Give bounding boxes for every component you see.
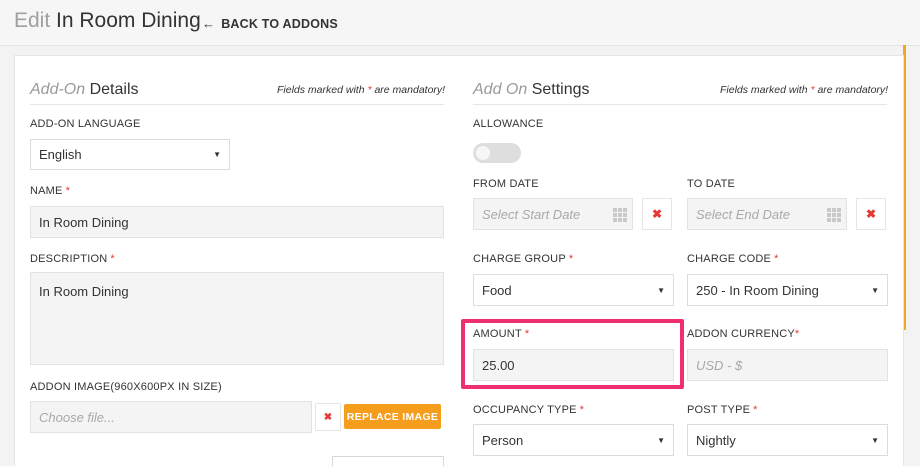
close-icon: ✖	[323, 411, 333, 423]
amount-highlight-box	[461, 319, 684, 389]
toggle-knob	[476, 146, 490, 160]
required-star: *	[65, 185, 71, 197]
required-star: *	[579, 404, 585, 416]
post-type-label: POST TYPE *	[687, 404, 758, 416]
allowance-label: ALLOWANCE	[473, 118, 544, 130]
allowance-toggle[interactable]	[473, 143, 521, 163]
image-file-input[interactable]: Choose file...	[30, 401, 312, 433]
charge-code-select[interactable]: 250 - In Room Dining ▼	[687, 274, 888, 306]
settings-heading-light: Add On	[473, 81, 528, 98]
settings-mandatory-note: Fields marked with * are mandatory!	[720, 84, 888, 96]
required-star: *	[568, 253, 574, 265]
clear-to-date-button[interactable]: ✖	[856, 198, 886, 230]
description-label: DESCRIPTION *	[30, 253, 115, 265]
required-star: *	[110, 253, 115, 265]
chevron-down-icon: ▼	[657, 435, 665, 445]
occupancy-type-label-text: OCCUPANCY TYPE	[473, 404, 577, 416]
charge-code-value: 250 - In Room Dining	[696, 282, 819, 298]
calendar-icon[interactable]	[827, 208, 841, 222]
occupancy-type-value: Person	[482, 432, 524, 448]
details-divider	[30, 104, 444, 105]
details-section-heading: Add-On Details	[30, 81, 139, 99]
name-label-text: NAME	[30, 185, 63, 197]
description-value: In Room Dining	[39, 284, 129, 299]
description-label-text: DESCRIPTION	[30, 253, 108, 265]
chevron-down-icon: ▼	[657, 285, 665, 295]
details-mandatory-note: Fields marked with * are mandatory!	[277, 84, 445, 96]
addon-currency-placeholder: USD - $	[696, 357, 743, 373]
to-date-placeholder: Select End Date	[696, 206, 790, 222]
arrow-left-icon: ←	[202, 16, 216, 31]
page-title-prefix: Edit	[14, 9, 51, 32]
required-star: *	[774, 253, 779, 265]
page-title: Edit In Room Dining	[14, 9, 201, 33]
description-textarea[interactable]: In Room Dining	[30, 272, 444, 365]
post-type-select[interactable]: Nightly ▼	[687, 424, 888, 456]
name-input[interactable]: In Room Dining	[30, 206, 444, 238]
settings-heading-bold: Settings	[531, 81, 590, 98]
from-date-input[interactable]: Select Start Date	[473, 198, 633, 230]
mandatory-note-text: Fields marked with	[720, 84, 811, 96]
remove-image-button[interactable]: ✖	[315, 403, 341, 431]
chevron-down-icon: ▼	[213, 150, 221, 159]
page-title-name: In Room Dining	[56, 9, 201, 32]
settings-section-heading: Add On Settings	[473, 81, 590, 99]
replace-image-button[interactable]: REPLACE IMAGE	[344, 404, 441, 429]
to-date-input[interactable]: Select End Date	[687, 198, 847, 230]
chevron-down-icon: ▼	[871, 435, 879, 445]
required-star: *	[794, 328, 800, 340]
from-date-placeholder: Select Start Date	[482, 206, 581, 222]
charge-group-label: CHARGE GROUP *	[473, 253, 573, 265]
settings-divider	[473, 104, 887, 105]
language-select[interactable]: English ▼	[30, 139, 230, 170]
back-to-addons-link[interactable]: ← BACK TO ADDONS	[202, 16, 338, 31]
details-heading-bold: Details	[89, 81, 139, 98]
to-date-label: TO DATE	[687, 178, 736, 190]
chevron-down-icon: ▼	[871, 285, 879, 295]
mandatory-note-text-end: are mandatory!	[814, 84, 889, 96]
image-file-placeholder: Choose file...	[39, 409, 115, 425]
post-type-label-text: POST TYPE	[687, 404, 751, 416]
language-label: ADD-ON LANGUAGE	[30, 118, 141, 130]
post-type-value: Nightly	[696, 432, 736, 448]
addon-currency-label-text: ADDON CURRENCY	[687, 328, 795, 340]
language-value: English	[39, 147, 82, 162]
charge-group-select[interactable]: Food ▼	[473, 274, 674, 306]
addon-image-label: ADDON IMAGE(960X600PX IN SIZE)	[30, 381, 222, 393]
mandatory-note-text: Fields marked with	[277, 84, 368, 96]
partial-button-edge	[332, 456, 444, 466]
top-bar: Edit In Room Dining ← BACK TO ADDONS	[0, 0, 920, 46]
mandatory-note-text-end: are mandatory!	[371, 84, 446, 96]
close-icon: ✖	[865, 207, 877, 221]
name-label: NAME *	[30, 185, 70, 197]
calendar-icon[interactable]	[613, 208, 627, 222]
charge-group-label-text: CHARGE GROUP	[473, 253, 566, 265]
addon-currency-input: USD - $	[687, 349, 888, 381]
from-date-label: FROM DATE	[473, 178, 539, 190]
clear-from-date-button[interactable]: ✖	[642, 198, 672, 230]
charge-code-label: CHARGE CODE *	[687, 253, 779, 265]
close-icon: ✖	[651, 207, 663, 221]
occupancy-type-label: OCCUPANCY TYPE *	[473, 404, 584, 416]
occupancy-type-select[interactable]: Person ▼	[473, 424, 674, 456]
addon-currency-label: ADDON CURRENCY*	[687, 328, 799, 340]
name-value: In Room Dining	[39, 214, 129, 230]
required-star: *	[753, 404, 758, 416]
details-heading-light: Add-On	[30, 81, 86, 98]
charge-code-label-text: CHARGE CODE	[687, 253, 772, 265]
back-to-addons-label: BACK TO ADDONS	[221, 17, 338, 31]
charge-group-value: Food	[482, 282, 512, 298]
